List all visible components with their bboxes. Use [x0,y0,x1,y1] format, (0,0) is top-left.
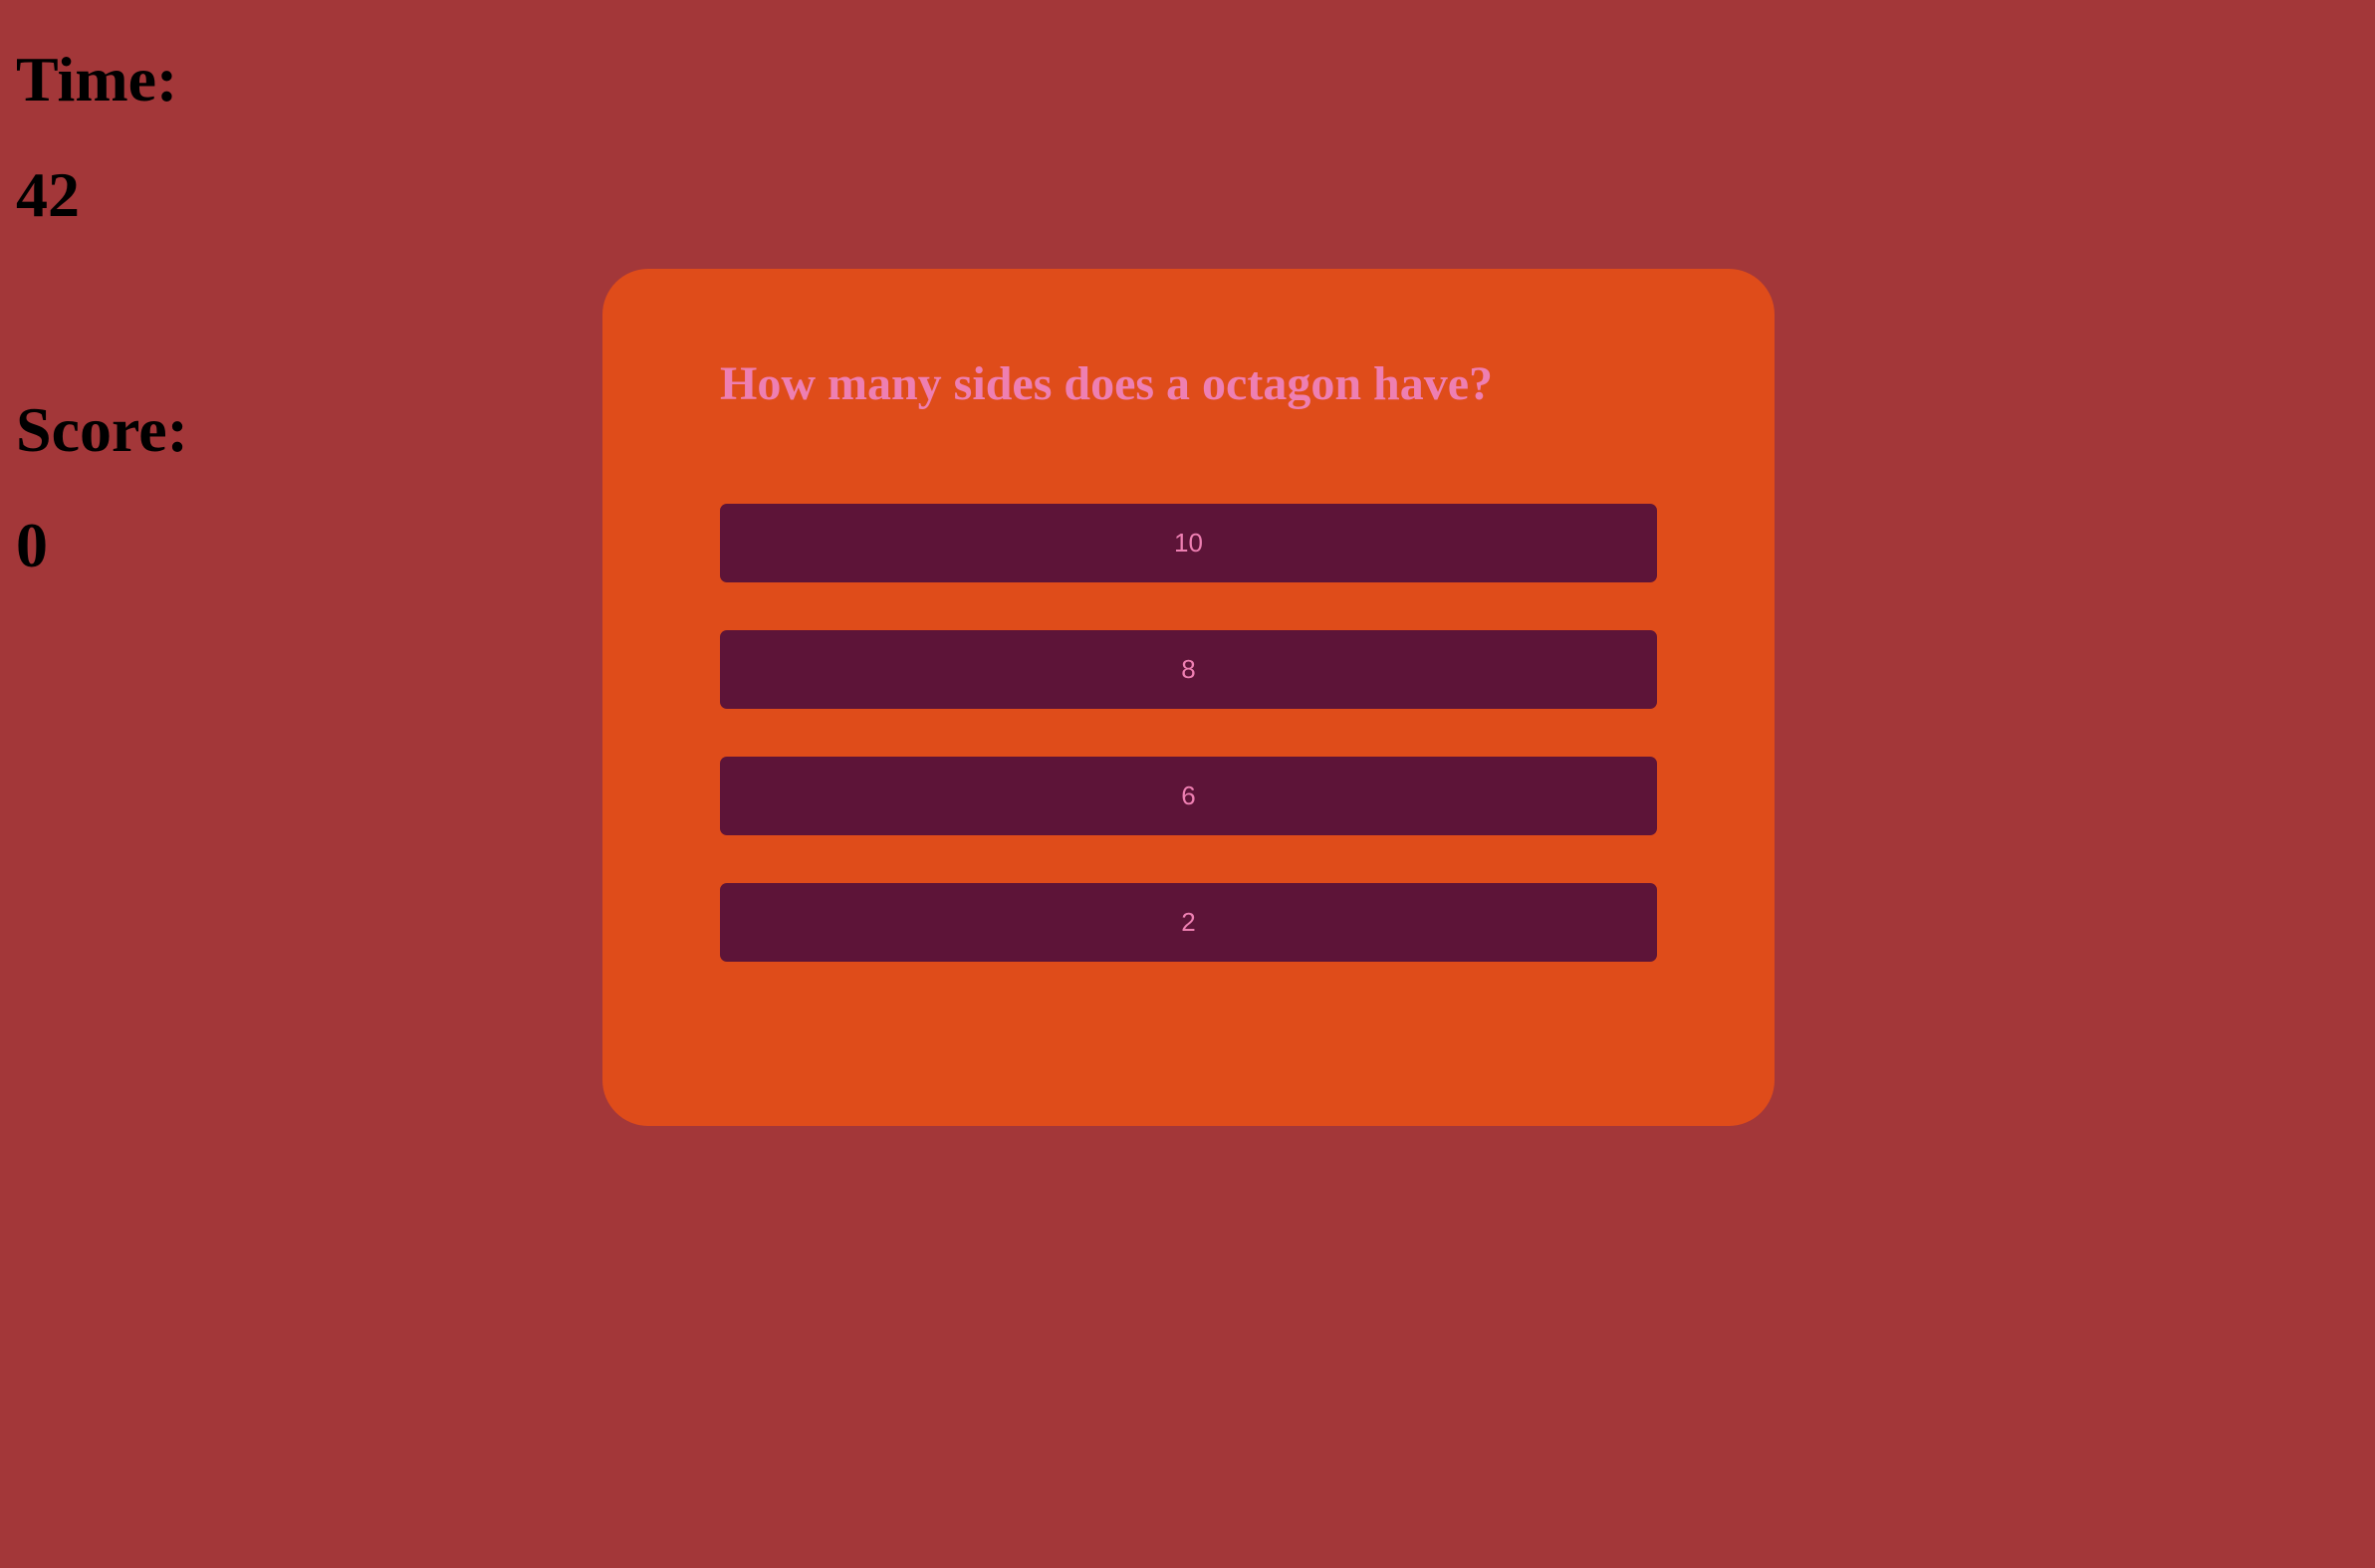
time-label: Time: [16,44,178,114]
answer-button-2[interactable]: 8 [720,630,1657,709]
answer-button-1[interactable]: 10 [720,504,1657,582]
time-value: 42 [16,159,80,230]
score-label: Score: [16,394,188,465]
answer-button-3[interactable]: 6 [720,757,1657,835]
question-text: How many sides does a octagon have? [720,357,1494,410]
quiz-card: How many sides does a octagon have? 10 8… [602,269,1775,1126]
answer-button-4[interactable]: 2 [720,883,1657,962]
answer-list: 10 8 6 2 [720,504,1657,1009]
score-value: 0 [16,510,48,580]
